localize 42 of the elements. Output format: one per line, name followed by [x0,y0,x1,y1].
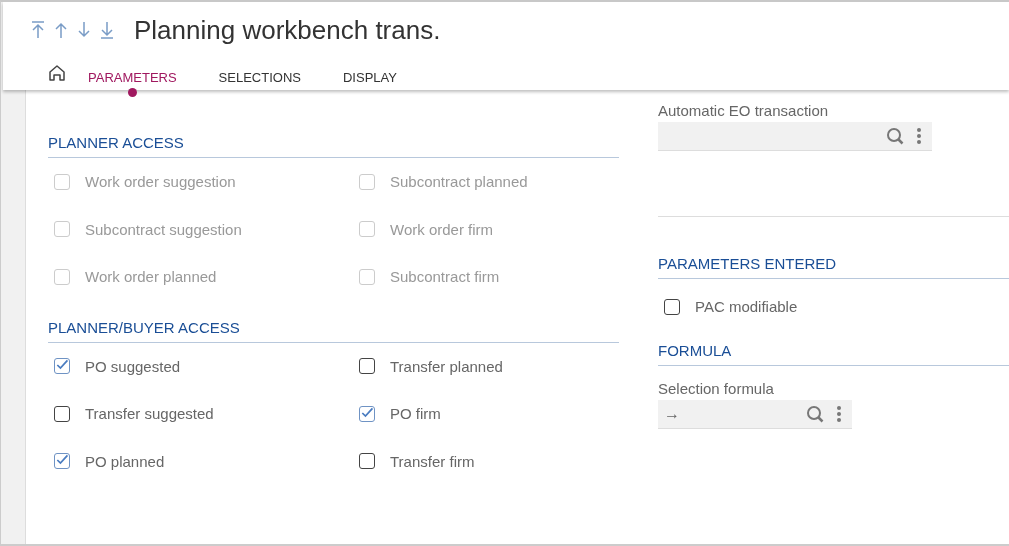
section-heading: PARAMETERS ENTERED [658,255,1009,279]
home-icon[interactable] [48,64,66,82]
first-record-icon[interactable] [31,21,45,39]
checkbox[interactable] [664,298,680,315]
checkbox-label: Transfer firm [390,452,475,470]
arrow-down-icon[interactable] [77,21,91,39]
section-heading: FORMULA [658,342,1009,366]
checkbox-label: Work order planned [85,268,217,286]
checkbox-label: Subcontract planned [390,173,528,191]
last-record-icon[interactable] [100,21,114,39]
checkbox[interactable] [359,358,375,375]
more-icon[interactable] [916,127,922,145]
checkbox-label: PO firm [390,405,441,423]
checkbox-label: Work order firm [390,220,494,238]
tab[interactable]: DISPLAY [342,57,397,97]
checkbox[interactable] [54,453,70,470]
field-label: Selection formula [658,380,775,397]
field-label: Automatic EO transaction [658,102,830,119]
section-heading: PLANNER/BUYER ACCESS [48,318,619,343]
checkbox[interactable] [54,358,70,375]
more-icon[interactable] [836,405,842,423]
checkbox-label: Transfer planned [390,357,503,375]
page-title: Planning workbench trans. [134,14,441,46]
checkbox[interactable] [359,453,375,470]
checkbox-label: PO planned [85,452,165,470]
search-icon[interactable] [886,127,906,145]
checkbox-label: Transfer suggested [85,405,214,423]
arrow-up-icon[interactable] [54,21,68,39]
checkbox-label: Subcontract suggestion [85,220,242,238]
checkbox[interactable] [359,405,375,422]
tab[interactable]: SELECTIONS [218,57,301,97]
checkbox-label: PO suggested [85,357,181,375]
checkbox-label: Subcontract firm [390,268,500,286]
tab[interactable]: PARAMETERS [88,57,177,97]
input-field[interactable] [658,122,932,151]
checkbox[interactable] [54,405,70,422]
search-icon[interactable] [806,405,826,423]
input-field[interactable]: → [658,400,852,429]
section-heading: PLANNER ACCESS [48,134,619,158]
checkbox-label: PAC modifiable [695,298,798,315]
arrow-text: → [664,405,680,423]
checkbox-label: Work order suggestion [85,173,236,191]
